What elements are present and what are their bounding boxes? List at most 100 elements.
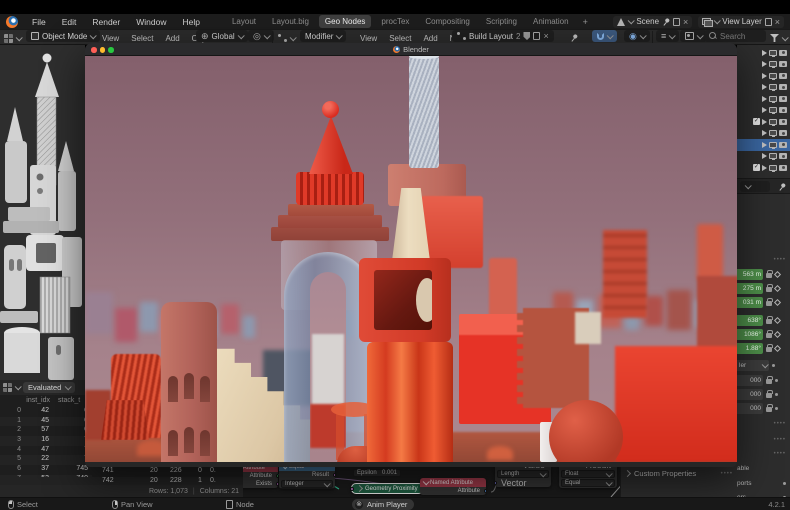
node-tree-selector[interactable]: Build Layout 2 × xyxy=(452,30,554,42)
outliner-filter[interactable] xyxy=(770,30,787,46)
input-socket[interactable] xyxy=(350,487,354,491)
anim-player-status[interactable]: ⊗ Anim Player xyxy=(352,499,414,510)
workspace-tab-animation[interactable]: Animation xyxy=(527,15,575,28)
outliner-row[interactable] xyxy=(737,59,790,71)
select-toggle-icon[interactable] xyxy=(762,61,767,67)
viewport-visibility-icon[interactable] xyxy=(769,153,777,159)
checkbox-icon[interactable]: ✓ xyxy=(753,118,760,125)
view-layer-name[interactable]: View Layer xyxy=(722,17,761,26)
workspace-tab-layout-big[interactable]: Layout.big xyxy=(266,15,315,28)
display-mode-dropdown[interactable]: ≡ xyxy=(656,30,679,42)
rotation-mode-dropdown[interactable]: ler xyxy=(737,360,769,371)
attribute-socket[interactable] xyxy=(276,474,278,478)
animate-dot-icon[interactable] xyxy=(775,407,778,410)
render-visibility-icon[interactable] xyxy=(779,50,787,56)
data-type-dropdown[interactable]: Float xyxy=(561,470,615,478)
scale-x-field[interactable]: 000 xyxy=(737,375,763,386)
menu-render[interactable]: Render xyxy=(92,17,120,27)
workspace-tab-compositing[interactable]: Compositing xyxy=(419,15,475,28)
drag-handle[interactable]: •••• xyxy=(774,437,786,443)
outliner-row[interactable] xyxy=(737,93,790,105)
workspace-tab-proctex[interactable]: procTex xyxy=(375,15,415,28)
scale-z-field[interactable]: 000 xyxy=(737,403,763,414)
outliner-row[interactable]: ✓ xyxy=(737,116,790,128)
outliner-row[interactable] xyxy=(737,70,790,82)
viewport-menu-select[interactable]: Select xyxy=(131,34,153,43)
viewport-visibility-icon[interactable] xyxy=(769,107,777,113)
new-layer-icon[interactable] xyxy=(765,18,772,26)
viewport-visibility-icon[interactable] xyxy=(769,50,777,56)
lock-icon[interactable] xyxy=(766,273,772,278)
menu-file[interactable]: File xyxy=(32,17,46,27)
overlays-toggle[interactable]: ◉ xyxy=(624,30,650,42)
render-visibility-icon[interactable] xyxy=(779,61,787,67)
location-y-field[interactable]: 275 m xyxy=(737,283,763,294)
fake-user-icon[interactable] xyxy=(523,32,530,40)
window-titlebar[interactable]: Blender xyxy=(85,43,737,56)
mode-dropdown[interactable]: Object Mode xyxy=(26,30,100,42)
lock-icon[interactable] xyxy=(766,379,772,384)
pin-icon[interactable] xyxy=(660,16,671,27)
named-attribute-node[interactable]: Named Attribute Attribute xyxy=(420,478,486,495)
lock-icon[interactable] xyxy=(766,407,772,412)
pivot-dropdown[interactable]: ◎ xyxy=(248,30,274,42)
select-toggle-icon[interactable] xyxy=(762,50,767,56)
location-z-field[interactable]: 031 m xyxy=(737,297,763,308)
integer-field[interactable]: Integer xyxy=(281,480,333,488)
operation-dropdown[interactable]: Length xyxy=(497,470,549,478)
close-icon[interactable]: × xyxy=(683,18,688,26)
outliner-row[interactable]: ✓ xyxy=(737,162,790,174)
lock-icon[interactable] xyxy=(766,319,772,324)
select-toggle-icon[interactable] xyxy=(762,84,767,90)
geometry-proximity-node[interactable]: Geometry Proximity xyxy=(351,483,424,494)
outliner-row[interactable] xyxy=(737,105,790,117)
lock-icon[interactable] xyxy=(766,393,772,398)
keyframe-icon[interactable] xyxy=(774,285,781,292)
result-socket[interactable] xyxy=(333,473,335,477)
render-visibility-icon[interactable] xyxy=(779,142,787,148)
outliner-row[interactable] xyxy=(737,151,790,163)
render-visibility-icon[interactable] xyxy=(779,73,787,79)
lock-icon[interactable] xyxy=(766,301,772,306)
scale-y-field[interactable]: 000 xyxy=(737,389,763,400)
collapse-icon[interactable] xyxy=(423,478,430,485)
collapse-icon[interactable] xyxy=(356,485,363,492)
node-menu-view[interactable]: View xyxy=(360,34,377,43)
render-visibility-icon[interactable] xyxy=(779,119,787,125)
stop-icon[interactable]: ⊗ xyxy=(355,501,363,509)
drag-handle[interactable]: •••• xyxy=(774,421,786,427)
add-workspace-button[interactable]: + xyxy=(579,17,592,27)
close-icon[interactable]: × xyxy=(775,18,780,26)
operation-dropdown[interactable]: Equal xyxy=(561,479,615,487)
view-layer-selector[interactable]: View Layer × xyxy=(698,16,784,28)
select-toggle-icon[interactable] xyxy=(762,96,767,102)
render-visibility-icon[interactable] xyxy=(779,153,787,159)
drag-handle[interactable]: •••• xyxy=(774,257,786,263)
viewport-visibility-icon[interactable] xyxy=(769,84,777,90)
epsilon-field[interactable]: Epsilon 0.001 xyxy=(353,469,401,477)
drag-handle[interactable]: •••• xyxy=(774,451,786,457)
exists-socket[interactable] xyxy=(276,482,278,486)
node-menu-select[interactable]: Select xyxy=(389,34,411,43)
select-toggle-icon[interactable] xyxy=(762,119,767,125)
column-header-stack[interactable]: stack_t xyxy=(58,397,80,404)
properties-dropdown[interactable] xyxy=(740,181,770,192)
viewport-visibility-icon[interactable] xyxy=(769,165,777,171)
lock-icon[interactable] xyxy=(766,333,772,338)
datablock-dropdown[interactable]: Evaluated xyxy=(23,382,75,393)
rotation-x-field[interactable]: 638° xyxy=(737,315,763,326)
select-toggle-icon[interactable] xyxy=(762,153,767,159)
workspace-tab-layout[interactable]: Layout xyxy=(226,15,262,28)
render-visibility-icon[interactable] xyxy=(779,84,787,90)
column-header-inst-idx[interactable]: inst_idx xyxy=(26,397,50,404)
keyframe-icon[interactable] xyxy=(774,331,781,338)
outliner-search[interactable]: Search xyxy=(704,30,766,42)
animate-dot-icon[interactable] xyxy=(775,379,778,382)
checkbox-icon[interactable]: ✓ xyxy=(753,164,760,171)
orientation-dropdown[interactable]: ⊕ Global xyxy=(196,30,248,42)
viewport-visibility-icon[interactable] xyxy=(769,61,777,67)
unlink-icon[interactable]: × xyxy=(543,32,548,40)
clay-viewport[interactable] xyxy=(0,45,85,380)
geonode-mode-dropdown[interactable]: Modifier xyxy=(300,30,346,42)
blender-logo-icon[interactable] xyxy=(6,16,18,28)
